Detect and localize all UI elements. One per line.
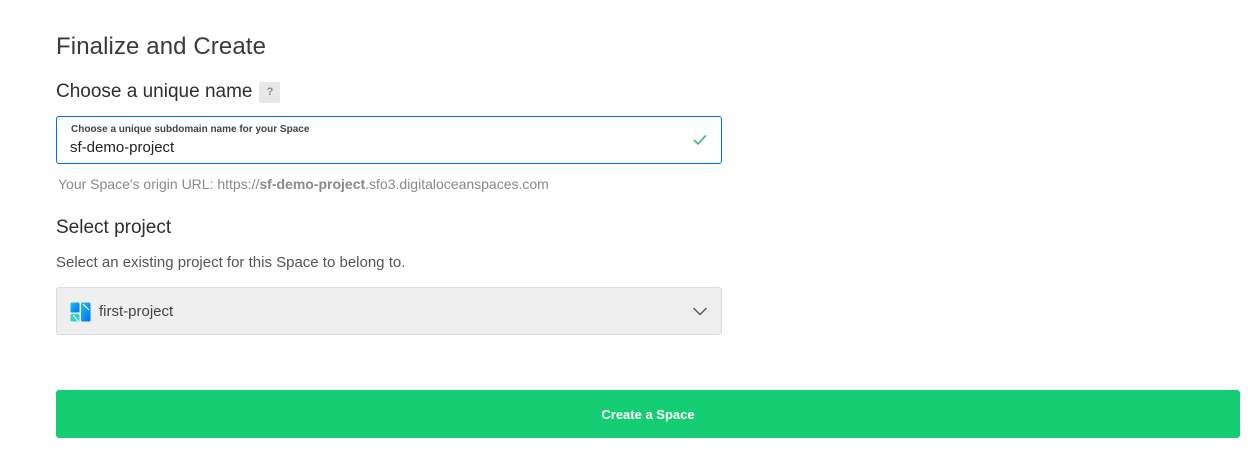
subdomain-name-field[interactable]: Choose a unique subdomain name for your … — [56, 116, 722, 164]
project-select[interactable]: first-project — [56, 287, 722, 335]
subdomain-field-label: Choose a unique subdomain name for your … — [71, 124, 310, 135]
name-heading-row: Choose a unique name ? — [56, 81, 281, 103]
selected-project: first-project — [99, 303, 174, 320]
subdomain-input[interactable] — [70, 137, 670, 157]
origin-url-prefix: Your Space's origin URL: https:// — [58, 176, 260, 192]
name-heading: Choose a unique name — [56, 81, 253, 102]
origin-url-suffix: .sfo3.digitaloceanspaces.com — [365, 176, 549, 192]
section-title: Finalize and Create — [56, 33, 267, 60]
project-heading: Select project — [56, 217, 172, 238]
chevron-down-icon[interactable] — [693, 307, 707, 316]
origin-url-hint: Your Space's origin URL: https://sf-demo… — [58, 176, 549, 192]
project-icon — [70, 302, 91, 322]
origin-url-name: sf-demo-project — [259, 176, 366, 192]
create-space-button[interactable]: Create a Space — [56, 390, 1240, 438]
check-icon — [693, 135, 707, 145]
project-description: Select an existing project for this Spac… — [56, 254, 406, 271]
finalize-create-panel: Finalize and Create Choose a unique name… — [0, 0, 1248, 465]
help-icon[interactable]: ? — [259, 81, 281, 103]
